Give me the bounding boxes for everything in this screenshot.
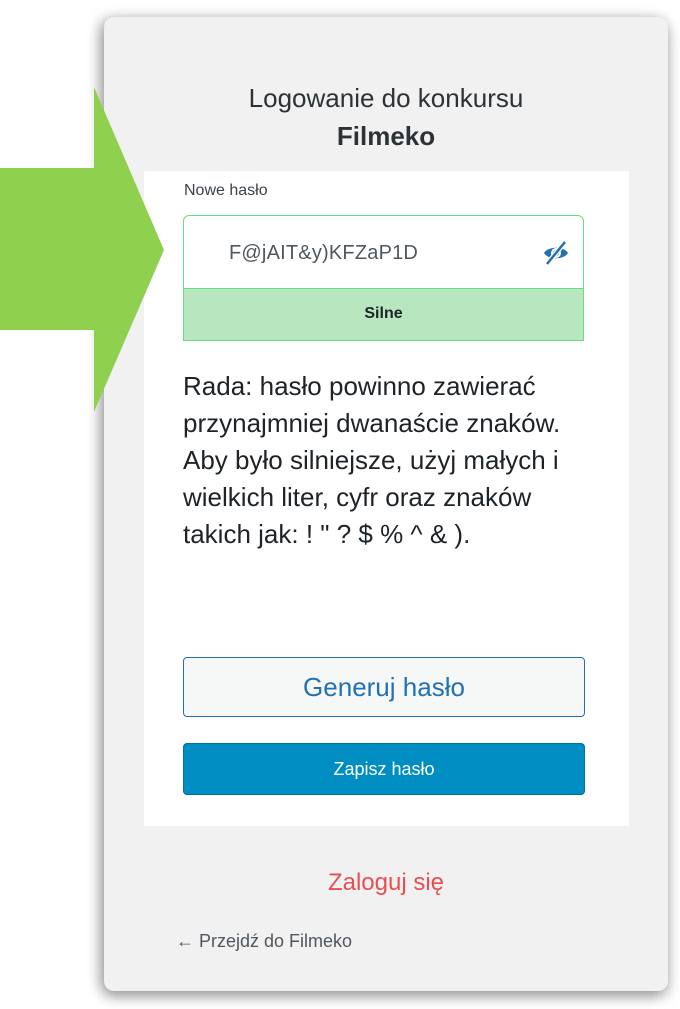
login-link[interactable]: Zaloguj się <box>104 869 668 897</box>
save-password-button[interactable]: Zapisz hasło <box>183 743 585 795</box>
generate-password-button[interactable]: Generuj hasło <box>183 657 585 717</box>
pointer-arrow <box>0 87 164 412</box>
screen: Logowanie do konkursu Filmeko Nowe hasło… <box>0 0 680 1009</box>
eye-slash-icon[interactable] <box>541 238 571 268</box>
arrow-shape <box>0 87 164 412</box>
back-to-site-link[interactable]: ← Przejdź do Filmeko <box>176 931 352 952</box>
